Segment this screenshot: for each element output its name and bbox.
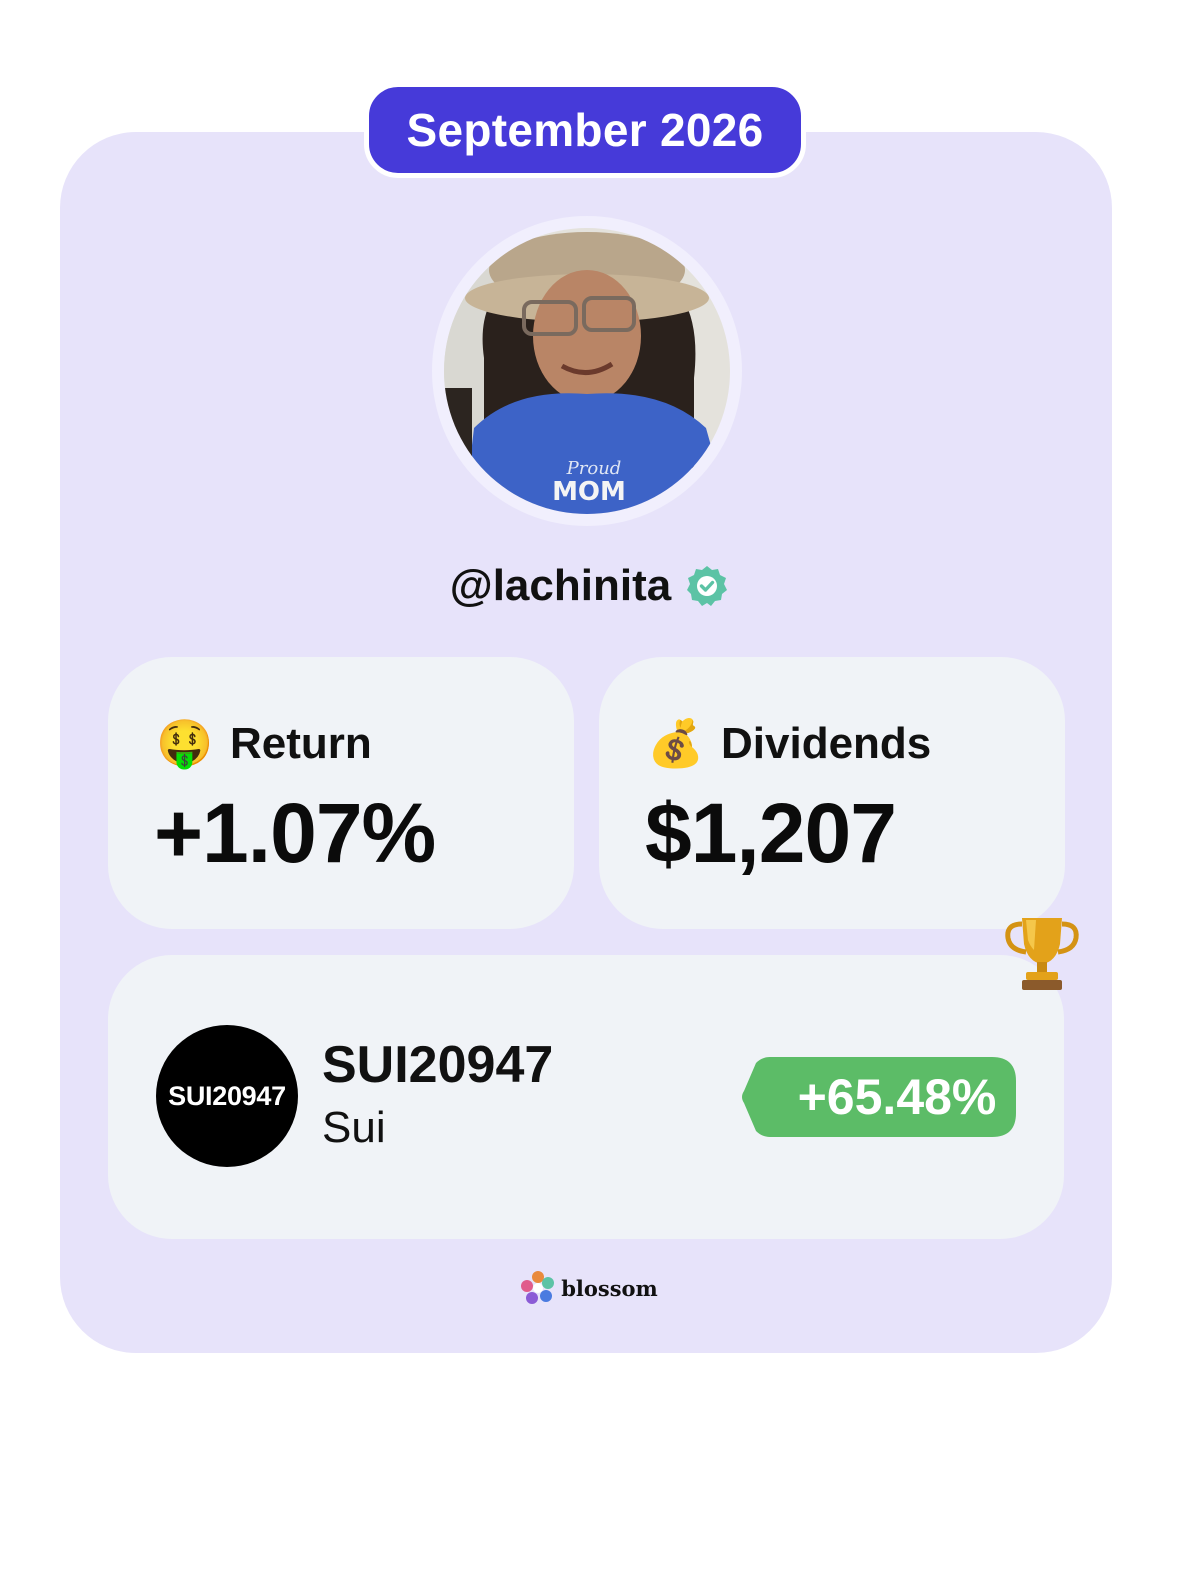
brand-footer: blossom bbox=[0, 1270, 1179, 1306]
shirt-text-proud: Proud bbox=[566, 458, 622, 479]
dividends-value: $1,207 bbox=[645, 786, 897, 880]
avatar[interactable]: Proud MOM bbox=[432, 216, 742, 526]
profile-photo: Proud MOM bbox=[444, 228, 730, 514]
shirt-text-mom: MOM bbox=[552, 477, 626, 507]
ticker-symbol: SUI20947 bbox=[322, 1036, 554, 1094]
verified-badge-icon bbox=[687, 566, 728, 606]
ticker-name: Sui bbox=[322, 1103, 386, 1152]
month-badge: September 2026 bbox=[364, 82, 806, 178]
money-bag-icon: 💰 bbox=[647, 716, 705, 770]
top-holding-card[interactable]: SUI20947 SUI20947 Sui +65.48% bbox=[108, 955, 1064, 1239]
blossom-logo-icon bbox=[521, 1271, 555, 1304]
gain-badge: +65.48% bbox=[740, 1053, 1018, 1141]
brand-name: blossom bbox=[561, 1275, 658, 1301]
money-face-icon: 🤑 bbox=[156, 716, 214, 770]
username-row: @lachinita bbox=[0, 555, 1179, 617]
return-value: +1.07% bbox=[154, 786, 436, 880]
ticker-logo: SUI20947 bbox=[156, 1025, 298, 1167]
gain-value: +65.48% bbox=[797, 1069, 997, 1125]
dividends-label: Dividends bbox=[721, 719, 932, 768]
trophy-icon bbox=[1005, 918, 1079, 990]
dividends-tile: 💰 Dividends $1,207 bbox=[599, 657, 1065, 929]
username[interactable]: @lachinita bbox=[450, 561, 671, 611]
return-tile: 🤑 Return +1.07% bbox=[108, 657, 574, 929]
return-label: Return bbox=[230, 719, 372, 768]
